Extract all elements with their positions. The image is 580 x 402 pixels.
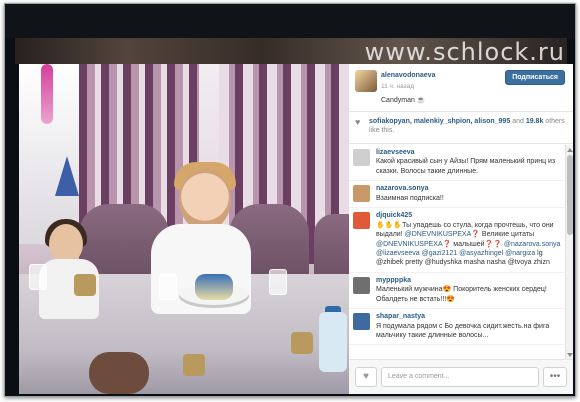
comment-text: Взаимная подписка!!	[376, 194, 444, 202]
mention-link[interactable]: @DNEVNIKUSPEXA	[376, 241, 443, 248]
post-photo[interactable]	[19, 64, 349, 394]
comment: shapar_nastya Я подумала рядом с Бо дево…	[349, 309, 565, 346]
glass	[29, 264, 47, 290]
follow-button[interactable]: Подписаться	[505, 70, 565, 85]
post-caption: Candyman ☕️	[381, 97, 426, 104]
flowers	[41, 64, 53, 124]
comment: lizaevseeva Какой красивый сын у Айзы! П…	[349, 145, 565, 182]
post-time: 11 ч. назад	[381, 83, 415, 90]
browser-window: www.schlock.ru alenavodonaeva 11 ч. наза…	[4, 3, 576, 397]
glass	[269, 269, 287, 295]
comment-avatar[interactable]	[353, 149, 370, 166]
mention-link[interactable]: @lizaevseeva	[376, 250, 420, 257]
post-username[interactable]: alenavodonaeva	[381, 72, 435, 79]
comment-avatar[interactable]	[353, 185, 370, 203]
cup	[74, 274, 96, 296]
cake	[195, 274, 233, 300]
heart-icon: ♥	[355, 117, 361, 127]
glass	[159, 274, 177, 300]
comment-avatar[interactable]	[353, 212, 370, 230]
mention-link[interactable]: @asyazhingel	[459, 250, 503, 257]
like-button[interactable]: ♥	[355, 367, 377, 387]
comment-username[interactable]: nazarova.sonya	[376, 184, 561, 193]
comment-username[interactable]: djquick425	[376, 211, 561, 220]
likes-and: and	[512, 118, 524, 125]
scroll-up-arrow-icon[interactable]	[567, 146, 573, 152]
comment-username[interactable]: shapar_nastya	[376, 312, 561, 321]
likes-users[interactable]: sofiakopyan, malenkiy_shpion, alison_995	[369, 118, 510, 125]
mention-link[interactable]: @nargiza	[505, 250, 535, 257]
scroll-thumb[interactable]	[567, 155, 573, 235]
post-sidebar: alenavodonaeva 11 ч. назад Candyman ☕️ П…	[349, 64, 573, 394]
hand	[89, 352, 149, 394]
likes-count[interactable]: 19.8k	[526, 118, 544, 125]
comment-bar: ♥ Leave a comment... •••	[349, 359, 573, 394]
comment-avatar[interactable]	[353, 313, 370, 331]
post-header: alenavodonaeva 11 ч. назад Candyman ☕️ П…	[349, 64, 573, 112]
comment-text: Какой красивый сын у Айзы! Прям маленьки…	[376, 158, 556, 175]
comment-avatar[interactable]	[353, 276, 370, 294]
comments-scrollbar[interactable]	[565, 145, 573, 359]
comments-list[interactable]: lizaevseeva Какой красивый сын у Айзы! П…	[349, 145, 565, 359]
watermark: www.schlock.ru	[364, 38, 565, 66]
comment: nazarova.sonya Взаимная подписка!!	[349, 181, 565, 209]
party-hat	[55, 156, 79, 196]
likes-summary: ♥ sofiakopyan, malenkiy_shpion, alison_9…	[349, 112, 573, 144]
comment: djquick425 ✋✋✋Ты упадешь со стула, когда…	[349, 208, 565, 273]
top-strip	[5, 4, 575, 38]
mention-link[interactable]: @nazarova.sonya	[504, 241, 561, 248]
cup	[291, 332, 313, 354]
heart-icon: ♥	[363, 371, 369, 382]
comment-text-part: ❓ малышей❓❓	[442, 240, 504, 248]
bottle	[319, 312, 347, 372]
mention-link[interactable]: @DNEVNIKUSPEXA	[405, 231, 472, 238]
girl-head	[49, 224, 83, 264]
comment-text: Маленький мужчина😍 Покоритель женских се…	[376, 286, 547, 303]
scroll-down-arrow-icon[interactable]	[567, 353, 573, 357]
comment-text: ✋✋✋Ты упадешь со стула, когда прочтешь, …	[376, 222, 560, 267]
avatar[interactable]	[355, 70, 377, 92]
comment-text-part: ❓ Великие цитаты	[471, 231, 535, 239]
more-options-button[interactable]: •••	[543, 367, 567, 387]
comment-username[interactable]: lizaevseeva	[376, 148, 561, 157]
comment-input[interactable]: Leave a comment...	[381, 367, 539, 387]
mention-link[interactable]: @gazi2121	[422, 250, 458, 257]
comment-text: Я подумала рядом с Бо девочка сидит.жест…	[376, 322, 550, 339]
boy-head	[179, 169, 231, 231]
cup	[183, 354, 205, 376]
comment: myppppka Маленький мужчина😍 Покоритель ж…	[349, 273, 565, 310]
comment-username[interactable]: myppppka	[376, 276, 561, 285]
